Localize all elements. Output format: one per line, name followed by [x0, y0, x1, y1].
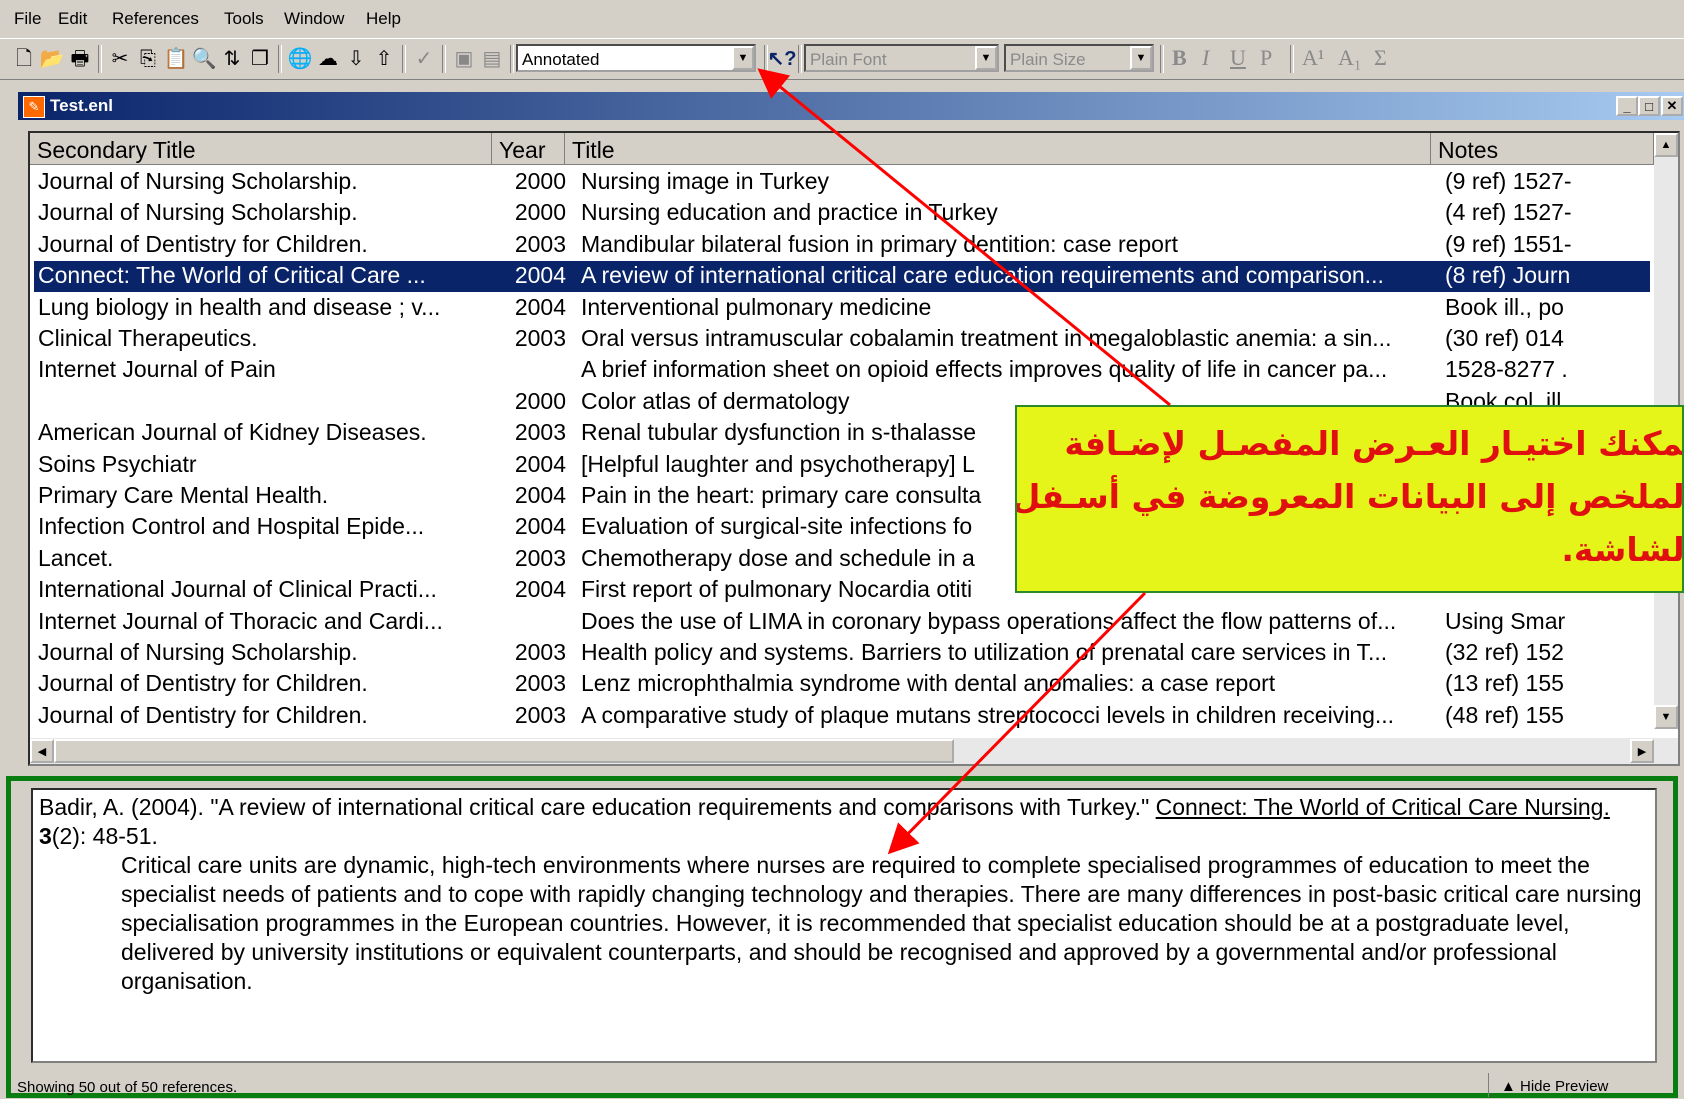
arrow-to-abstract	[887, 591, 1147, 855]
arrow-to-style-dropdown	[757, 68, 1171, 407]
annotation-arrows	[757, 68, 1171, 855]
